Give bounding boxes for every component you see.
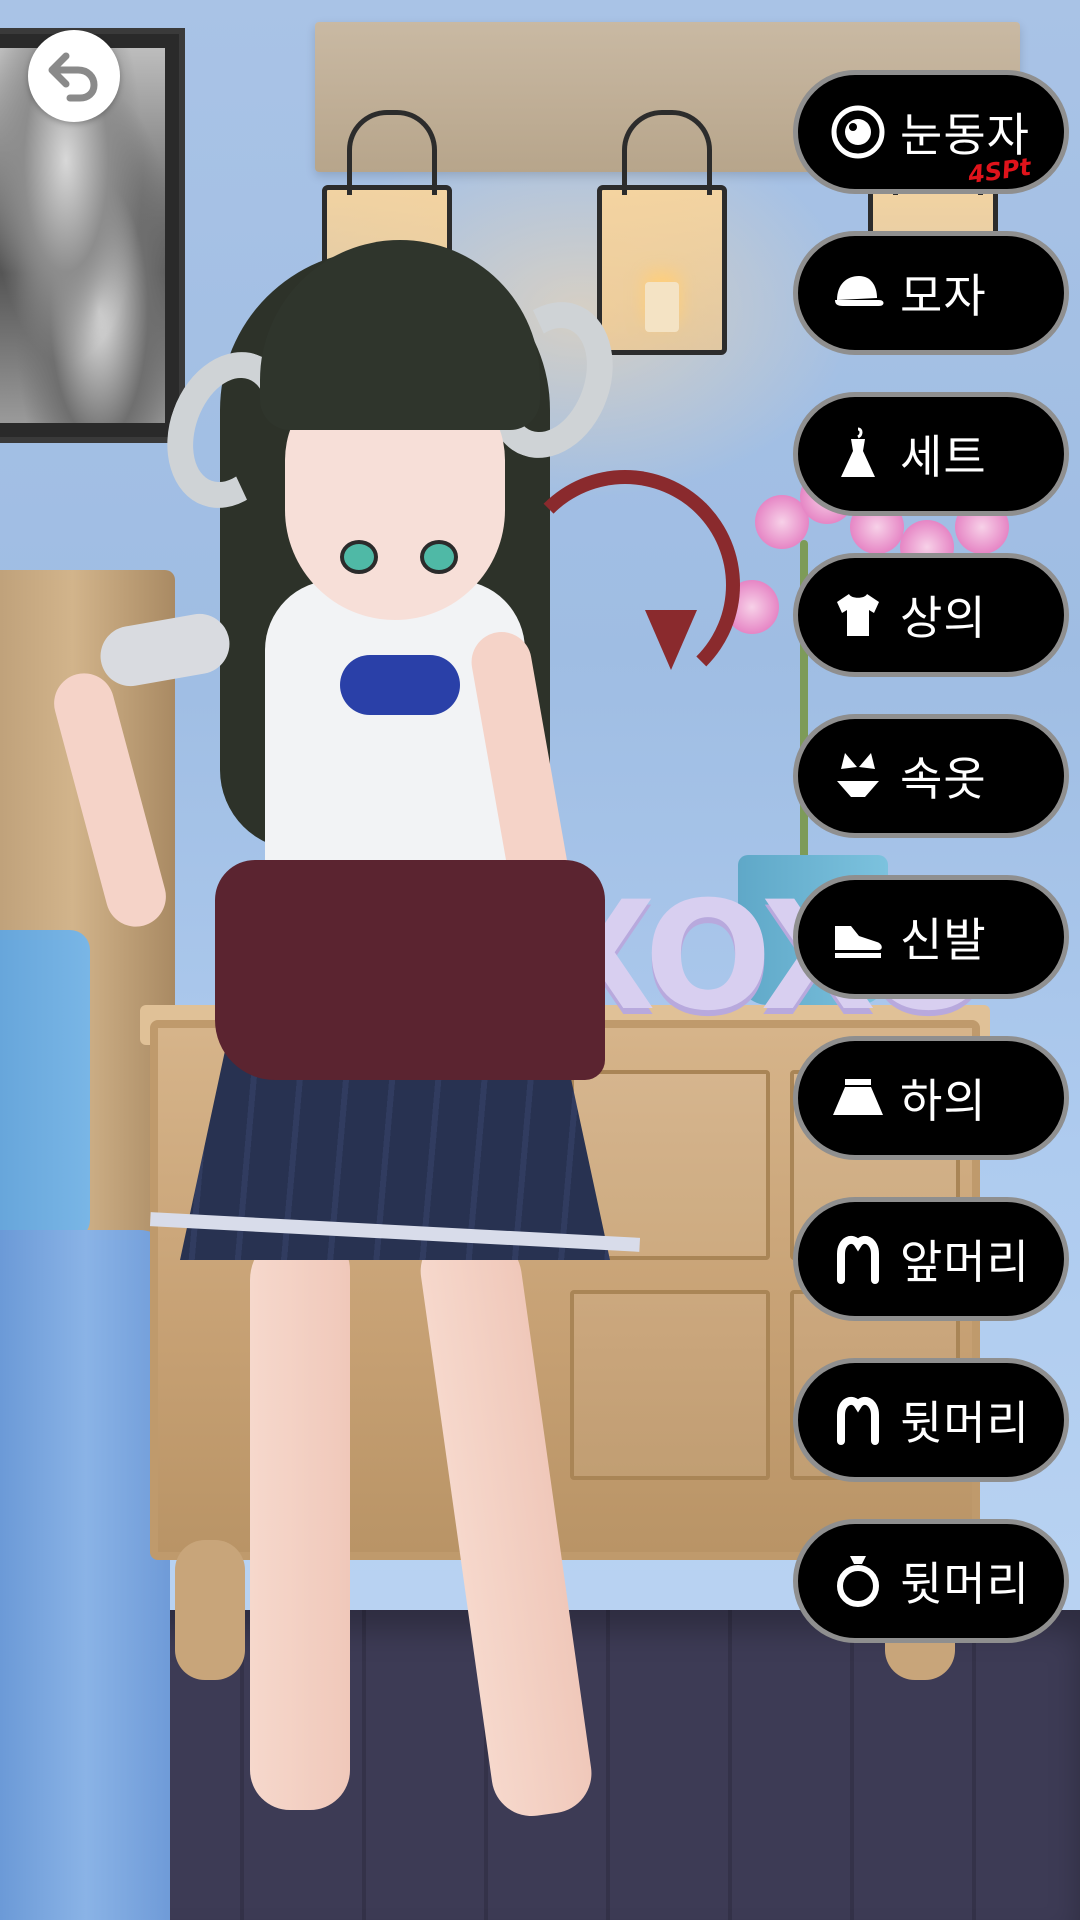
front-hair-icon <box>828 1229 888 1289</box>
skirt-icon <box>828 1068 888 1128</box>
menu-button-front-hair[interactable]: 앞머리 <box>793 1197 1069 1321</box>
menu-label: 하의 <box>900 1074 987 1128</box>
demon-tail-tip <box>645 610 697 670</box>
menu-button-back-hair[interactable]: 뒷머리 <box>793 1358 1069 1482</box>
menu-label: 상의 <box>900 591 987 645</box>
sneaker-icon <box>828 907 888 967</box>
character-right-leg <box>415 1223 597 1822</box>
character-left-sleeve <box>95 609 235 691</box>
menu-label: 속옷 <box>900 752 987 806</box>
character-bow-tie <box>340 655 460 715</box>
bed-pillow <box>0 930 90 1240</box>
eye-icon <box>828 102 888 162</box>
menu-button-hat[interactable]: 모자 <box>793 231 1069 355</box>
character-tied-cardigan <box>215 860 605 1080</box>
back-arrow-icon <box>48 52 98 102</box>
character-eye <box>340 540 378 574</box>
cap-icon <box>828 263 888 323</box>
ring-icon <box>828 1551 888 1611</box>
menu-button-underwear[interactable]: 속옷 <box>793 714 1069 838</box>
menu-label: 뒷머리 <box>900 1557 1030 1611</box>
character-front-hair <box>260 240 540 430</box>
menu-label: 앞머리 <box>900 1235 1030 1289</box>
menu-button-eyes[interactable]: 눈동자 4SPt <box>793 70 1069 194</box>
menu-button-top[interactable]: 상의 <box>793 553 1069 677</box>
menu-button-accessory[interactable]: 뒷머리 <box>793 1519 1069 1643</box>
dress-icon <box>828 424 888 484</box>
demon-tail <box>510 470 740 700</box>
bikini-icon <box>828 746 888 806</box>
back-button[interactable] <box>28 30 120 122</box>
menu-button-bottom[interactable]: 하의 <box>793 1036 1069 1160</box>
character-avatar <box>47 240 740 1880</box>
menu-label: 모자 <box>900 269 987 323</box>
menu-button-set[interactable]: 세트 <box>793 392 1069 516</box>
menu-button-shoes[interactable]: 신발 <box>793 875 1069 999</box>
character-eye <box>420 540 458 574</box>
character-left-leg <box>250 1230 350 1810</box>
back-hair-icon <box>828 1390 888 1450</box>
menu-label: 세트 <box>900 430 987 484</box>
tshirt-icon <box>828 585 888 645</box>
menu-label: 신발 <box>900 913 987 967</box>
menu-label: 뒷머리 <box>900 1396 1030 1450</box>
